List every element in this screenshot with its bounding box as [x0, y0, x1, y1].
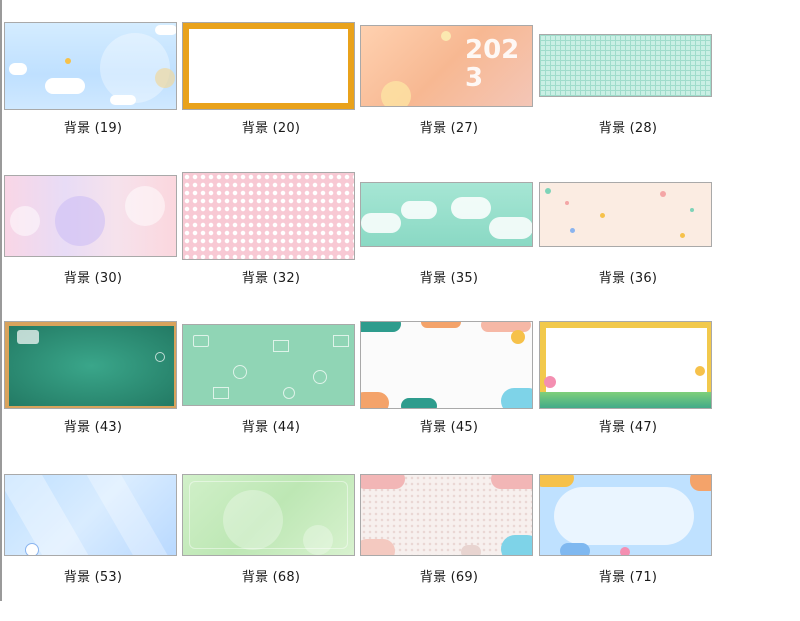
file-item[interactable]: 2023 背景 (27) [360, 22, 538, 172]
thumbnail-image [360, 474, 533, 556]
file-name-label: 背景 (20) [241, 121, 301, 136]
thumbnail-image [539, 474, 712, 556]
thumbnail-image [360, 182, 533, 247]
thumbnail-image [182, 172, 355, 260]
file-item[interactable]: 背景 (68) [182, 471, 360, 621]
thumbnail-image: 2023 [360, 25, 533, 107]
thumbnail-image [539, 321, 712, 409]
file-item[interactable]: 背景 (35) [360, 172, 538, 322]
file-item[interactable]: 背景 (69) [360, 471, 538, 621]
thumbnail-image [539, 182, 712, 247]
file-name-label: 背景 (68) [241, 570, 301, 585]
file-item[interactable]: 背景 (20) [182, 22, 360, 172]
thumbnail-image [182, 324, 355, 406]
thumbnail-image [360, 321, 533, 409]
file-name-label: 背景 (36) [598, 271, 658, 286]
file-item[interactable]: 背景 (47) [539, 321, 717, 471]
thumbnail-image [4, 175, 177, 257]
file-name-label: 背景 (69) [419, 570, 479, 585]
file-name-label: 背景 (53) [63, 570, 123, 585]
file-name-label: 背景 (43) [63, 420, 123, 435]
file-name-label: 背景 (71) [598, 570, 658, 585]
file-item[interactable]: 背景 (45) [360, 321, 538, 471]
thumbnail-image [4, 474, 177, 556]
file-name-label: 背景 (28) [598, 121, 658, 136]
file-item[interactable]: 背景 (32) [182, 172, 360, 322]
file-name-label: 背景 (30) [63, 271, 123, 286]
file-name-label: 背景 (44) [241, 420, 301, 435]
file-item[interactable]: 背景 (44) [182, 321, 360, 471]
thumbnail-image [4, 22, 177, 110]
file-name-label: 背景 (27) [419, 121, 479, 136]
thumbnail-image [539, 34, 712, 97]
thumbnail-image [182, 22, 355, 110]
file-name-label: 背景 (35) [419, 271, 479, 286]
thumbnail-year-text: 2023 [465, 35, 520, 93]
file-item[interactable]: 背景 (43) [4, 321, 182, 471]
thumbnail-grid: 背景 (19) 背景 (20) 2023 背景 (27) 背景 (28) 背景 … [0, 0, 800, 601]
file-item[interactable]: 背景 (71) [539, 471, 717, 621]
file-name-label: 背景 (32) [241, 271, 301, 286]
file-item[interactable]: 背景 (36) [539, 172, 717, 322]
file-item[interactable]: 背景 (30) [4, 172, 182, 322]
thumbnail-image [4, 321, 177, 409]
file-item[interactable]: 背景 (28) [539, 22, 717, 172]
file-name-label: 背景 (47) [598, 420, 658, 435]
file-item[interactable]: 背景 (53) [4, 471, 182, 621]
file-item[interactable]: 背景 (19) [4, 22, 182, 172]
file-name-label: 背景 (19) [63, 121, 123, 136]
file-name-label: 背景 (45) [419, 420, 479, 435]
thumbnail-image [182, 474, 355, 556]
